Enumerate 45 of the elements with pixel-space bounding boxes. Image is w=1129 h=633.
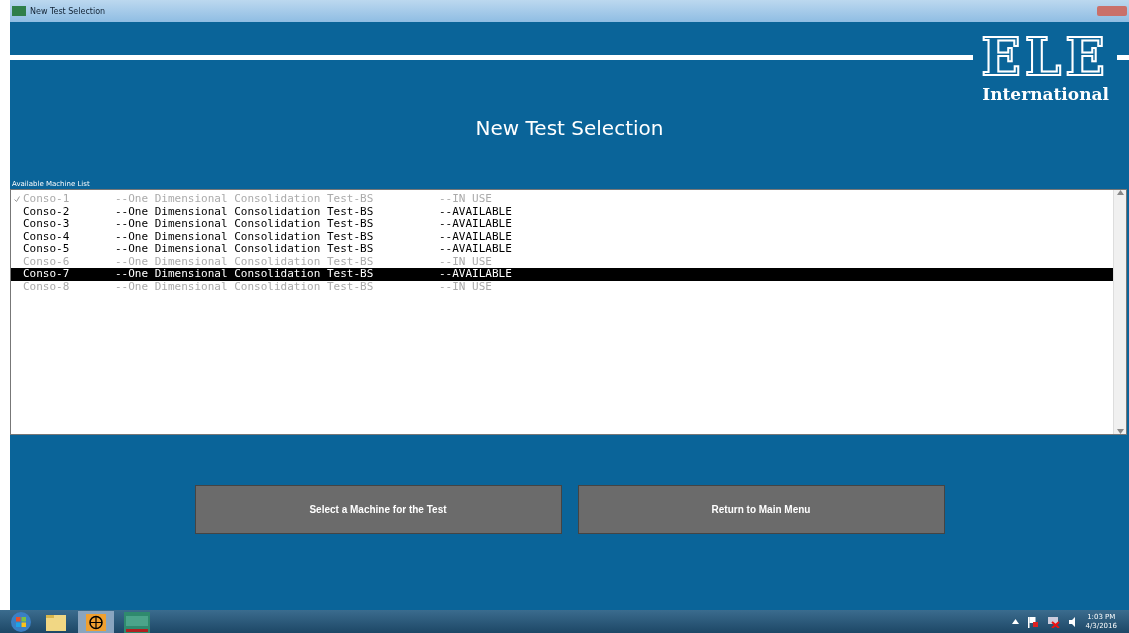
globe-icon[interactable]: [78, 610, 114, 633]
machine-row[interactable]: Conso-3 --One Dimensional Consolidation Test-BS --AVAILABLE: [11, 218, 1113, 231]
machine-name: Conso-8: [23, 280, 71, 293]
action-button[interactable]: Select a Machine for the Test: [194, 485, 562, 534]
logo-mark: ELE: [981, 29, 1109, 85]
start-icon[interactable]: [8, 610, 34, 633]
logo-subtitle: International: [982, 85, 1109, 103]
flag-icon[interactable]: [1026, 615, 1039, 628]
machine-status: --AVAILABLE: [439, 230, 512, 243]
scrollbar[interactable]: [1113, 190, 1126, 434]
network-icon[interactable]: [1046, 615, 1060, 628]
machine-status: --IN USE: [439, 255, 492, 268]
window-title: New Test Selection: [30, 6, 106, 16]
machine-name: Conso-2: [23, 205, 71, 218]
machine-status: --AVAILABLE: [439, 243, 512, 256]
machine-name: Conso-5: [23, 243, 71, 256]
machine-row[interactable]: Conso-7 --One Dimensional Consolidation Test-BS --AVAILABLE: [11, 268, 1113, 281]
machine-name: Conso-7: [23, 268, 71, 281]
machine-status: --IN USE: [439, 193, 492, 206]
scroll-down-icon[interactable]: [1116, 429, 1124, 434]
test-type: --One Dimensional Consolidation Test-BS: [115, 243, 375, 256]
test-type: --One Dimensional Consolidation Test-BS: [115, 218, 375, 231]
machine-name: Conso-6: [23, 255, 71, 268]
machine-status: --IN USE: [439, 280, 492, 293]
machine-status: --AVAILABLE: [439, 268, 512, 281]
machine-row[interactable]: Conso-4 --One Dimensional Consolidation Test-BS --AVAILABLE: [11, 230, 1113, 243]
speaker-icon[interactable]: [1067, 616, 1078, 627]
machine-row[interactable]: Conso-5 --One Dimensional Consolidation Test-BS --AVAILABLE: [11, 243, 1113, 256]
machine-status: --AVAILABLE: [439, 205, 512, 218]
test-type: --One Dimensional Consolidation Test-BS: [115, 205, 375, 218]
tray-arrow-icon[interactable]: [1011, 619, 1019, 624]
machine-row[interactable]: Conso-2 --One Dimensional Consolidation Test-BS --AVAILABLE: [11, 205, 1113, 218]
machine-status: --AVAILABLE: [439, 218, 512, 231]
machine-name: Conso-4: [23, 230, 71, 243]
test-type: --One Dimensional Consolidation Test-BS: [115, 268, 375, 281]
page-heading: New Test Selection: [474, 116, 665, 140]
test-type: --One Dimensional Consolidation Test-BS: [115, 230, 375, 243]
test-type: --One Dimensional Consolidation Test-BS: [115, 255, 375, 268]
test-type: --One Dimensional Consolidation Test-BS: [115, 193, 375, 206]
machine-name: Conso-3: [23, 218, 71, 231]
test-type: --One Dimensional Consolidation Test-BS: [115, 280, 375, 293]
action-button[interactable]: Return to Main Menu: [577, 485, 945, 534]
scroll-up-icon[interactable]: [1116, 190, 1124, 195]
app-icon: [12, 6, 26, 16]
machine-name: Conso-1: [23, 193, 71, 206]
